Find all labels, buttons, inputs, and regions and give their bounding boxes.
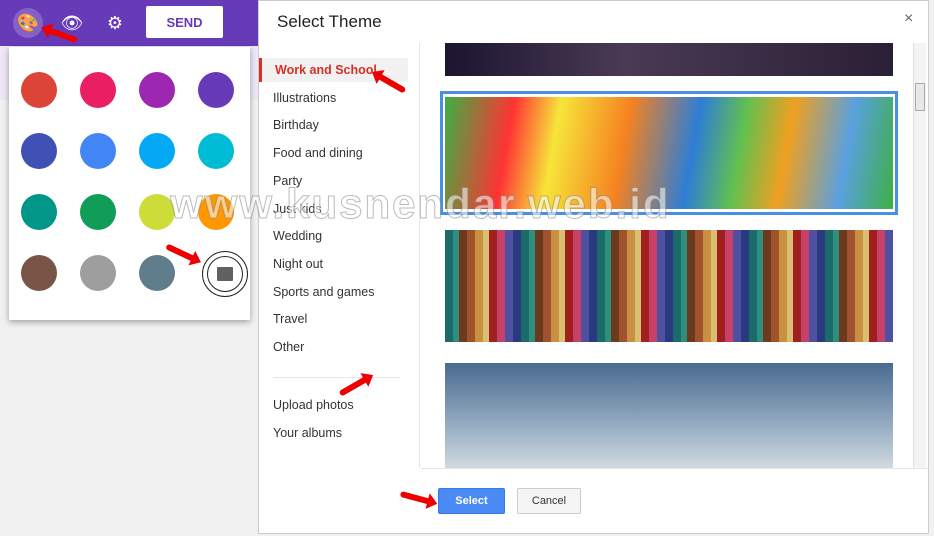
color-swatch[interactable] (80, 194, 116, 230)
source-item[interactable]: Upload photos (273, 398, 354, 412)
cancel-button[interactable]: Cancel (517, 488, 581, 514)
color-swatch[interactable] (21, 133, 57, 169)
gallery-scrollbar[interactable] (913, 43, 926, 468)
nav-divider (273, 377, 400, 378)
theme-gallery (421, 43, 913, 468)
category-nav: Work and School Illustrations Birthday Food… (259, 43, 420, 468)
category-item[interactable]: Food and dining (273, 146, 363, 160)
theme-thumbnail[interactable] (445, 43, 893, 76)
color-palette-popup (9, 47, 250, 320)
theme-thumbnail[interactable] (445, 230, 893, 342)
form-toolbar: 🎨 👁 ⚙ SEND (0, 0, 258, 46)
select-theme-dialog: Select Theme × Work and School Illustrati… (258, 0, 929, 534)
category-item[interactable]: Birthday (273, 118, 319, 132)
color-swatch[interactable] (198, 133, 234, 169)
theme-thumbnail[interactable] (445, 363, 893, 468)
scrollbar-thumb[interactable] (915, 83, 925, 111)
source-item[interactable]: Your albums (273, 426, 342, 440)
theme-thumbnail[interactable] (445, 97, 893, 209)
color-swatch[interactable] (80, 72, 116, 108)
category-item[interactable]: Sports and games (273, 285, 374, 299)
choose-image-button[interactable] (202, 251, 248, 297)
category-item[interactable]: Illustrations (273, 91, 336, 105)
color-swatch[interactable] (80, 255, 116, 291)
color-swatch[interactable] (198, 72, 234, 108)
color-swatch[interactable] (198, 194, 234, 230)
dialog-title: Select Theme (277, 12, 382, 31)
image-icon (217, 267, 233, 281)
category-item[interactable]: Just kids (273, 202, 322, 216)
category-item[interactable]: Night out (273, 257, 323, 271)
category-item[interactable]: Other (273, 340, 304, 354)
color-swatch[interactable] (139, 72, 175, 108)
color-swatch[interactable] (21, 255, 57, 291)
category-item[interactable]: Travel (273, 312, 307, 326)
color-swatch[interactable] (21, 72, 57, 108)
color-swatch[interactable] (80, 133, 116, 169)
close-icon[interactable]: × (904, 10, 913, 28)
send-button[interactable]: SEND (146, 6, 223, 38)
dialog-footer: Select Cancel (421, 468, 929, 534)
color-swatch[interactable] (21, 194, 57, 230)
category-item[interactable]: Party (273, 174, 302, 188)
category-item[interactable]: Wedding (273, 229, 322, 243)
color-swatch[interactable] (139, 133, 175, 169)
color-swatch[interactable] (139, 194, 175, 230)
color-swatch[interactable] (139, 255, 175, 291)
gear-icon[interactable]: ⚙ (100, 8, 130, 38)
select-button[interactable]: Select (438, 488, 505, 514)
